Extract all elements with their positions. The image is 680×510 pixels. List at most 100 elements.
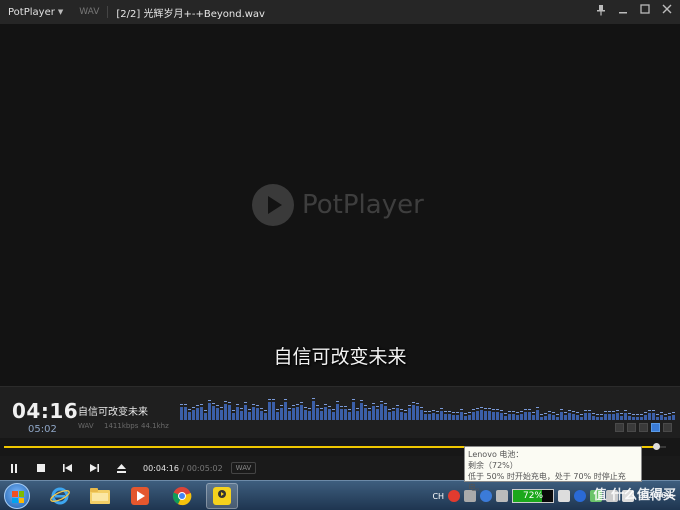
title-bar: PotPlayer ▼ WAV [2/2] 光辉岁月+-+Beyond.wav	[0, 0, 680, 24]
panel-active-icon[interactable]	[651, 423, 660, 432]
spectrum-peak	[240, 408, 243, 409]
spectrum-bar	[588, 413, 591, 420]
pin-icon[interactable]	[594, 4, 608, 18]
spectrum-peak	[640, 414, 643, 415]
spectrum-bar	[632, 417, 635, 420]
eject-button[interactable]	[108, 456, 135, 480]
spectrum-peak	[412, 402, 415, 403]
play-logo-icon	[252, 184, 294, 226]
spectrum-peak	[512, 411, 515, 412]
spectrum-bar	[564, 415, 567, 420]
position-time: 00:04:16	[143, 463, 179, 473]
start-button[interactable]	[4, 483, 30, 509]
spectrum-peak	[668, 413, 671, 414]
spectrum-peak	[384, 403, 387, 404]
spectrum-peak	[320, 408, 323, 409]
spectrum-bar	[484, 411, 487, 420]
spectrum-peak	[592, 413, 595, 414]
taskbar-media[interactable]	[124, 483, 156, 509]
spectrum-bar	[204, 413, 207, 420]
spectrum-bar	[416, 406, 419, 420]
spectrum-peak	[600, 414, 603, 415]
sogou-ime-icon[interactable]	[448, 490, 461, 502]
spectrum-peak	[444, 411, 447, 412]
spectrum-bar	[668, 416, 671, 420]
taskbar-potplayer[interactable]	[206, 483, 238, 509]
spectrum-peak	[424, 411, 427, 412]
spectrum-bar	[572, 414, 575, 420]
spectrum-peak	[464, 413, 467, 414]
taskbar-chrome[interactable]	[166, 483, 198, 509]
current-time: 04:16	[12, 399, 79, 423]
spectrum-peak	[180, 404, 183, 405]
spectrum-bar	[220, 410, 223, 420]
spectrum-bar	[504, 416, 507, 420]
visualizer-toggle-icon[interactable]	[627, 423, 636, 432]
settings-small-icon[interactable]	[639, 423, 648, 432]
spectrum-bar	[420, 410, 423, 420]
video-area[interactable]: PotPlayer 自信可改变未来	[0, 24, 680, 386]
close-icon[interactable]	[660, 4, 674, 18]
pause-button[interactable]	[0, 456, 27, 480]
taskbar-ie[interactable]	[44, 483, 76, 509]
spectrum-peak	[192, 407, 195, 408]
samplerate-meta: 44.1khz	[141, 422, 169, 430]
spectrum-bar	[536, 410, 539, 420]
spectrum-peak	[652, 410, 655, 411]
pause-icon	[10, 463, 17, 473]
app-menu-button[interactable]: PotPlayer ▼	[0, 7, 63, 18]
spectrum-bar	[608, 414, 611, 420]
chevron-down-icon: ▼	[57, 8, 64, 16]
spectrum-peak	[208, 400, 211, 401]
format-badge: WAV	[230, 462, 257, 474]
spectrum-peak	[460, 409, 463, 410]
spectrum-peak	[432, 410, 435, 411]
stop-button[interactable]	[27, 456, 54, 480]
spectrum-bar	[444, 414, 447, 420]
window-title: [2/2] 光辉岁月+-+Beyond.wav	[116, 8, 265, 20]
spectrum-peak	[564, 412, 567, 413]
spectrum-bar	[348, 412, 351, 420]
spectrum-bar	[584, 413, 587, 420]
input-language[interactable]: CH	[432, 492, 444, 501]
spectrum-peak	[292, 405, 295, 406]
spectrum-bar	[476, 411, 479, 420]
spectrum-peak	[296, 404, 299, 405]
seek-handle[interactable]	[653, 443, 661, 450]
previous-button[interactable]	[54, 456, 81, 480]
spectrum-bar	[212, 406, 215, 420]
spectrum-peak	[548, 411, 551, 412]
spectrum-peak	[380, 401, 383, 402]
spectrum-peak	[404, 410, 407, 411]
spectrum-peak	[612, 411, 615, 412]
spectrum-bar	[516, 415, 519, 420]
spectrum-bar	[384, 406, 387, 420]
spectrum-bar	[604, 414, 607, 420]
media-player-icon	[131, 487, 149, 505]
spectrum-peak	[376, 406, 379, 407]
panel-expand-icon[interactable]	[663, 423, 672, 432]
spectrum-peak	[196, 405, 199, 406]
spectrum-bar	[520, 414, 523, 420]
next-button[interactable]	[81, 456, 108, 480]
tooltip-line-2: 剩余（72%）	[468, 461, 518, 470]
minimize-icon[interactable]	[616, 4, 630, 18]
playlist-toggle-icon[interactable]	[615, 423, 624, 432]
taskbar-explorer[interactable]	[84, 483, 116, 509]
spectrum-peak	[216, 405, 219, 406]
spectrum-bar	[652, 413, 655, 420]
spectrum-bar	[620, 416, 623, 420]
spectrum-bar	[500, 413, 503, 420]
spectrum-peak	[664, 414, 667, 415]
spectrum-bar	[332, 412, 335, 420]
spectrum-bar	[464, 416, 467, 420]
spectrum-peak	[580, 414, 583, 415]
spectrum-bar	[400, 412, 403, 420]
spectrum-bar	[388, 412, 391, 420]
maximize-icon[interactable]	[638, 4, 652, 18]
spectrum-peak	[316, 405, 319, 406]
spectrum-bar	[232, 413, 235, 420]
spectrum-bar	[316, 408, 319, 420]
spectrum-bar	[488, 411, 491, 420]
spectrum-bar	[288, 411, 291, 420]
